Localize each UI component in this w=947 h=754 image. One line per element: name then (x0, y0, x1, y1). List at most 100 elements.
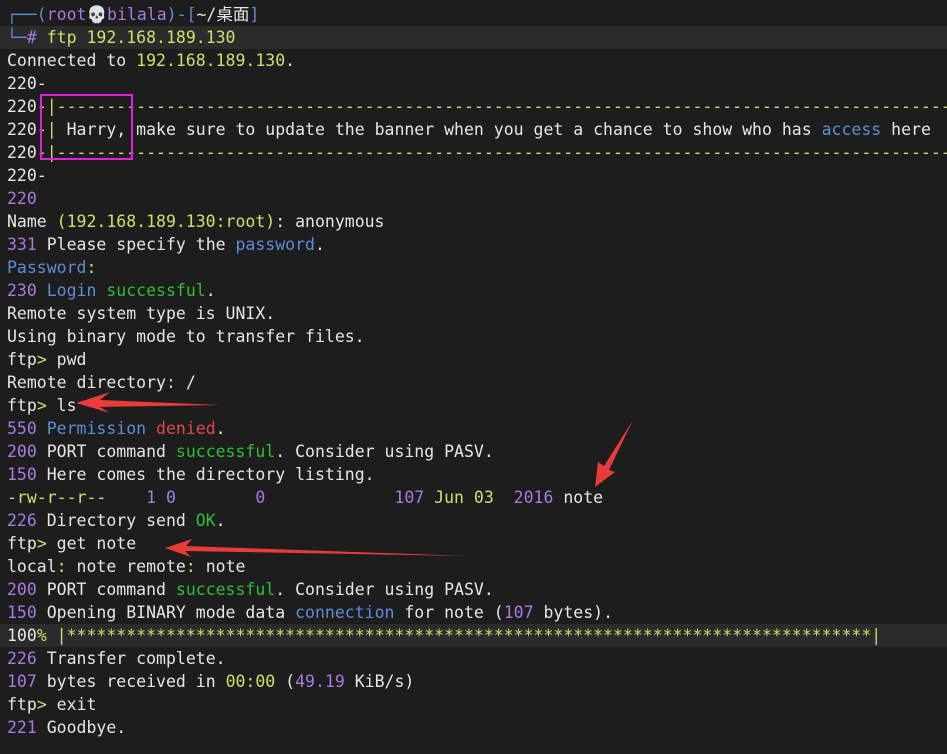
terminal-line: Using binary mode to transfer files. (0, 325, 947, 348)
terminal-text-segment: OK (195, 511, 216, 530)
terminal-text-segment: note (553, 488, 604, 507)
terminal-text-segment: ls (46, 396, 77, 415)
terminal-text-segment: : (56, 557, 67, 576)
terminal-text-segment: for note ( (394, 603, 504, 622)
terminal-line: 200 PORT command successful. Consider us… (0, 440, 947, 463)
terminal-line: 230 Login successful. (0, 279, 947, 302)
terminal-text-segment: -rw-r--r-- (7, 488, 107, 507)
terminal-text-segment: ftp (7, 695, 37, 714)
terminal-text-segment: Harry, make sure to update the banner wh… (66, 120, 822, 139)
terminal-text-segment: # (26, 28, 47, 47)
terminal-text-segment: 150 (7, 603, 37, 622)
terminal-text-segment: Name (7, 212, 57, 231)
terminal-text-segment: 150 (7, 465, 37, 484)
terminal-text-segment: 221 (7, 718, 37, 737)
terminal-text-segment: ] (249, 5, 260, 24)
terminal-text-segment: note remote (66, 557, 186, 576)
terminal-line: └─# ftp 192.168.189.130 (0, 26, 947, 49)
terminal-text-segment: here (881, 120, 931, 139)
terminal-text-segment: 331 (7, 235, 37, 254)
terminal-text-segment: Connected to (7, 51, 137, 70)
terminal-text-segment: > (36, 534, 47, 553)
terminal-text-segment: access (821, 120, 882, 139)
terminal-text-segment: > (36, 695, 47, 714)
terminal-line: 220-|-----------------------------------… (0, 95, 947, 118)
terminal-text-segment: ****************************************… (66, 626, 872, 645)
terminal-text-segment: ( (275, 672, 296, 691)
terminal-text-segment: 2016 (493, 488, 554, 507)
terminal-line: Connected to 192.168.189.130. (0, 49, 947, 72)
terminal-text-segment: : (86, 258, 97, 277)
terminal-line: 220 (0, 187, 947, 210)
terminal-text-segment: 200 (7, 442, 37, 461)
terminal-text-segment: 220 (7, 189, 37, 208)
terminal-text-segment: Goodbye. (36, 718, 127, 737)
terminal-line: 220-| Harry, make sure to update the ban… (0, 118, 947, 141)
terminal-text-segment: get note (46, 534, 137, 553)
terminal-line: local: note remote: note (0, 555, 947, 578)
terminal-text-segment: . Consider using PASV. (275, 580, 494, 599)
terminal-text-segment: exit (46, 695, 97, 714)
terminal-text-segment: ~/桌面 (196, 5, 250, 24)
terminal-text-segment: successful (175, 580, 276, 599)
terminal-text-segment: connection (295, 603, 395, 622)
terminal-text-segment: bilala (107, 5, 167, 24)
terminal-text-segment: (192.168.189.130:root) (56, 212, 276, 231)
terminal-text-segment: 220 (7, 97, 37, 116)
terminal-line: -rw-r--r-- 1 0 0 107 Jun 03 2016 note (0, 486, 947, 509)
terminal-text-segment: KiB/s) (344, 672, 415, 691)
terminal-text-segment: local (7, 557, 57, 576)
terminal-line: 107 bytes received in 00:00 (49.19 KiB/s… (0, 670, 947, 693)
terminal-line: 221 Goodbye. (0, 716, 947, 739)
terminal-text-segment: Here comes the directory listing. (36, 465, 375, 484)
terminal-text-segment: 49.19 (295, 672, 345, 691)
terminal-text-segment: . (215, 419, 226, 438)
terminal-line: ftp> get note (0, 532, 947, 555)
terminal-line: 220- (0, 72, 947, 95)
terminal-text-segment: Permission (36, 419, 157, 438)
terminal-text-segment: . (215, 511, 226, 530)
terminal-text-segment: successful (106, 281, 206, 300)
terminal-text-segment: / (175, 373, 196, 392)
terminal-line: 100% |**********************************… (0, 624, 947, 647)
terminal-text-segment: 107 (7, 672, 37, 691)
terminal-text-segment: 00:00 (225, 672, 276, 691)
terminal-text-segment: Opening BINARY mode data (36, 603, 296, 622)
terminal-text-segment: successful (175, 442, 276, 461)
terminal-line: 200 PORT command successful. Consider us… (0, 578, 947, 601)
terminal-text-segment: 107 (503, 603, 534, 622)
terminal-text-segment: PORT command (36, 580, 176, 599)
terminal-text-segment: > (36, 396, 47, 415)
terminal-text-segment: 550 (7, 419, 37, 438)
terminal-text-segment: ftp 192.168.189.130 (46, 28, 236, 47)
terminal-text-segment: -|--------------------------------------… (36, 143, 947, 162)
terminal-text-segment: 226 (7, 511, 37, 530)
terminal-text-segment: 220- (7, 74, 47, 93)
terminal-text-segment: PORT command (36, 442, 176, 461)
terminal-text-segment: 220 (7, 120, 37, 139)
terminal-text-segment: 💀 (86, 5, 108, 24)
terminal-text-segment: Remote system type is UNIX. (7, 304, 276, 323)
terminal-text-segment: 1 0 0 107 (106, 488, 435, 507)
terminal-line: 220-|-----------------------------------… (0, 141, 947, 164)
terminal-line: 150 Opening BINARY mode data connection … (0, 601, 947, 624)
terminal-text-segment: > (36, 350, 47, 369)
terminal-line: 220- (0, 164, 947, 187)
terminal-text-segment: -|--------------------------------------… (36, 97, 947, 116)
terminal-text-segment: ftp (7, 534, 37, 553)
terminal-line: Remote directory: / (0, 371, 947, 394)
terminal-text-segment: : (165, 373, 176, 392)
terminal-text-segment: bytes received in (36, 672, 226, 691)
terminal-line: ftp> exit (0, 693, 947, 716)
terminal-line: ftp> ls (0, 394, 947, 417)
terminal-line: 550 Permission denied. (0, 417, 947, 440)
terminal-line: Name (192.168.189.130:root): anonymous (0, 210, 947, 233)
terminal-output[interactable]: ┌──(root💀bilala)-[~/桌面] └─# ftp 192.168.1… (0, 3, 947, 754)
terminal-text-segment: 220 (7, 143, 37, 162)
terminal-text-segment: 220- (7, 166, 47, 185)
terminal-line: 150 Here comes the directory listing. (0, 463, 947, 486)
terminal-text-segment: . (205, 281, 216, 300)
terminal-text-segment: Remote directory (7, 373, 166, 392)
terminal-line: Remote system type is UNIX. (0, 302, 947, 325)
terminal-text-segment: | (871, 626, 882, 645)
